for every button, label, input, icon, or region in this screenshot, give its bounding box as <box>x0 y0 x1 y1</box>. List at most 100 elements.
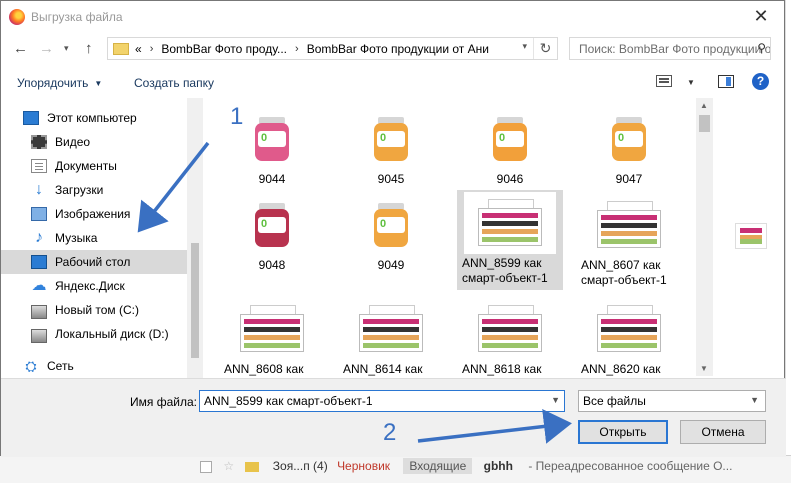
file-item-ann-8607[interactable]: ANN_8607 как смарт-объект-1 <box>576 192 682 288</box>
product-box-icon <box>597 305 661 353</box>
cancel-button[interactable]: Отмена <box>680 420 766 444</box>
breadcrumb-current[interactable]: BombBar Фото продукции от Ани <box>307 42 489 56</box>
file-item-ann-8620[interactable]: ANN_8620 как <box>576 296 682 378</box>
file-item-9048[interactable]: 9048 <box>219 192 325 288</box>
file-thumbnail <box>583 298 675 360</box>
file-item-ann-8599[interactable]: ANN_8599 как смарт-объект-1 <box>457 190 563 290</box>
address-dropdown-icon[interactable]: ▾ <box>522 41 527 52</box>
sidebar-item-label: Видео <box>55 135 91 149</box>
search-input[interactable]: Поиск: BombBar Фото продукции от Ани ⚲ <box>569 37 771 60</box>
filename-input[interactable]: ANN_8599 как смарт-объект-1 ▼ <box>199 390 565 412</box>
new-folder-button[interactable]: Создать папку <box>134 76 214 90</box>
sidebar-item-label: Новый том (C:) <box>55 303 139 317</box>
sidebar-item-this-pc[interactable]: Этот компьютер <box>1 106 187 130</box>
drive-icon <box>31 328 47 343</box>
recent-locations-chevron-icon[interactable]: ▾ <box>64 43 69 54</box>
scroll-down-icon[interactable]: ▼ <box>700 364 708 373</box>
sidebar-item-pictures[interactable]: Изображения <box>1 202 187 226</box>
pictures-icon <box>31 207 47 221</box>
product-box-icon <box>478 305 542 353</box>
filename-label: Имя файла: <box>130 395 197 409</box>
sidebar-item-network[interactable]: ⛭ Сеть <box>1 354 187 378</box>
sidebar-item-documents[interactable]: Документы <box>1 154 187 178</box>
sidebar-item-label: Рабочий стол <box>55 255 131 269</box>
scrollbar-thumb[interactable] <box>699 115 710 132</box>
file-grid-scrollbar[interactable]: ▲ ▼ <box>696 98 713 376</box>
chevron-down-icon: ▼ <box>94 79 103 88</box>
product-box-icon <box>597 201 661 249</box>
chevron-down-icon: ▼ <box>750 395 759 405</box>
navigation-pane: Этот компьютер Видео Документы ↓ Загрузк… <box>1 98 203 378</box>
view-options-chevron-icon[interactable]: ▼ <box>687 78 695 87</box>
folder-icon <box>113 42 129 55</box>
refresh-icon[interactable]: ↻ <box>533 38 557 59</box>
file-thumbnail <box>464 298 556 360</box>
address-row: ← → ▾ ↑ « › BombBar Фото проду... › Bomb… <box>1 32 784 64</box>
sidebar-item-drive-d[interactable]: Локальный диск (D:) <box>1 322 187 346</box>
video-icon <box>31 135 47 149</box>
sidebar-item-yandex-disk[interactable]: ☁ Яндекс.Диск <box>1 274 187 298</box>
scrollbar-thumb[interactable] <box>191 243 199 358</box>
file-thumbnail <box>464 192 556 254</box>
sidebar-item-label: Документы <box>55 159 117 173</box>
title-bar[interactable]: Выгрузка файла ✕ <box>1 1 784 32</box>
file-name: 9048 <box>258 258 286 272</box>
jar-icon <box>493 117 527 161</box>
preview-thumbnail <box>735 223 767 249</box>
sidebar-item-videos[interactable]: Видео <box>1 130 187 154</box>
sidebar-item-music[interactable]: ♪ Музыка <box>1 226 187 250</box>
sidebar-item-label: Этот компьютер <box>47 111 137 125</box>
sidebar-item-desktop[interactable]: Рабочий стол <box>1 250 187 274</box>
folder-icon <box>245 461 260 472</box>
sidebar-item-drive-c[interactable]: Новый том (C:) <box>1 298 187 322</box>
scroll-up-icon[interactable]: ▲ <box>700 101 708 110</box>
sidebar-item-label: Загрузки <box>55 183 104 197</box>
chevron-down-icon[interactable]: ▼ <box>551 395 560 405</box>
jar-icon <box>255 203 289 247</box>
up-arrow-icon[interactable]: ↑ <box>85 40 93 57</box>
background-mail-row[interactable]: ☆ Зоя...п (4) Черновик Входящие gbhh - П… <box>200 458 733 474</box>
filetype-select[interactable]: Все файлы ▼ <box>578 390 766 412</box>
help-icon[interactable]: ? <box>752 73 769 90</box>
search-icon: ⚲ <box>757 41 766 55</box>
sidebar-item-label: Яндекс.Диск <box>55 279 125 293</box>
sidebar-item-downloads[interactable]: ↓ Загрузки <box>1 178 187 202</box>
breadcrumb-separator-icon[interactable]: › <box>150 43 154 55</box>
file-item-ann-8618[interactable]: ANN_8618 как <box>457 296 563 378</box>
file-thumbnail <box>345 108 437 170</box>
navigation-scrollbar[interactable] <box>187 98 203 378</box>
jar-icon <box>612 117 646 161</box>
file-item-9049[interactable]: 9049 <box>338 192 444 288</box>
computer-icon <box>23 111 39 125</box>
organize-button[interactable]: Упорядочить ▼ <box>17 76 102 90</box>
breadcrumb-overflow[interactable]: « <box>135 42 142 56</box>
view-options-icon[interactable] <box>656 75 672 87</box>
back-arrow-icon[interactable]: ← <box>13 40 28 57</box>
file-item-9045[interactable]: 9045 <box>338 106 444 202</box>
close-button[interactable]: ✕ <box>738 1 784 32</box>
file-name: ANN_8620 как <box>581 362 661 376</box>
preview-pane-icon[interactable] <box>718 75 734 88</box>
preview-pane <box>713 98 781 376</box>
breadcrumb-parent[interactable]: BombBar Фото проду... <box>161 42 287 56</box>
product-box-icon <box>240 305 304 353</box>
file-thumbnail <box>345 298 437 360</box>
star-icon[interactable]: ☆ <box>223 459 234 473</box>
file-item-ann-8614[interactable]: ANN_8614 как <box>338 296 444 378</box>
file-item-ann-8608[interactable]: ANN_8608 как <box>219 296 325 378</box>
product-box-icon <box>359 305 423 353</box>
mail-sender-prefix: Зоя...п (4) <box>272 459 328 473</box>
breadcrumb-separator-icon[interactable]: › <box>295 43 299 55</box>
checkbox-icon[interactable] <box>200 460 212 473</box>
open-button[interactable]: Открыть <box>578 420 668 444</box>
music-icon: ♪ <box>35 229 43 246</box>
file-name: ANN_8608 как <box>224 362 304 376</box>
file-item-9047[interactable]: 9047 <box>576 106 682 202</box>
jar-icon <box>255 117 289 161</box>
file-item-9046[interactable]: 9046 <box>457 106 563 202</box>
network-icon: ⛭ <box>25 358 37 374</box>
address-bar[interactable]: « › BombBar Фото проду... › BombBar Фото… <box>107 37 558 60</box>
forward-arrow-icon[interactable]: → <box>39 40 54 57</box>
background-mail-list: ☆ Зоя...п (4) Черновик Входящие gbhh - П… <box>0 455 791 483</box>
mail-subject: - Переадресованное сообщение О... <box>528 459 733 473</box>
